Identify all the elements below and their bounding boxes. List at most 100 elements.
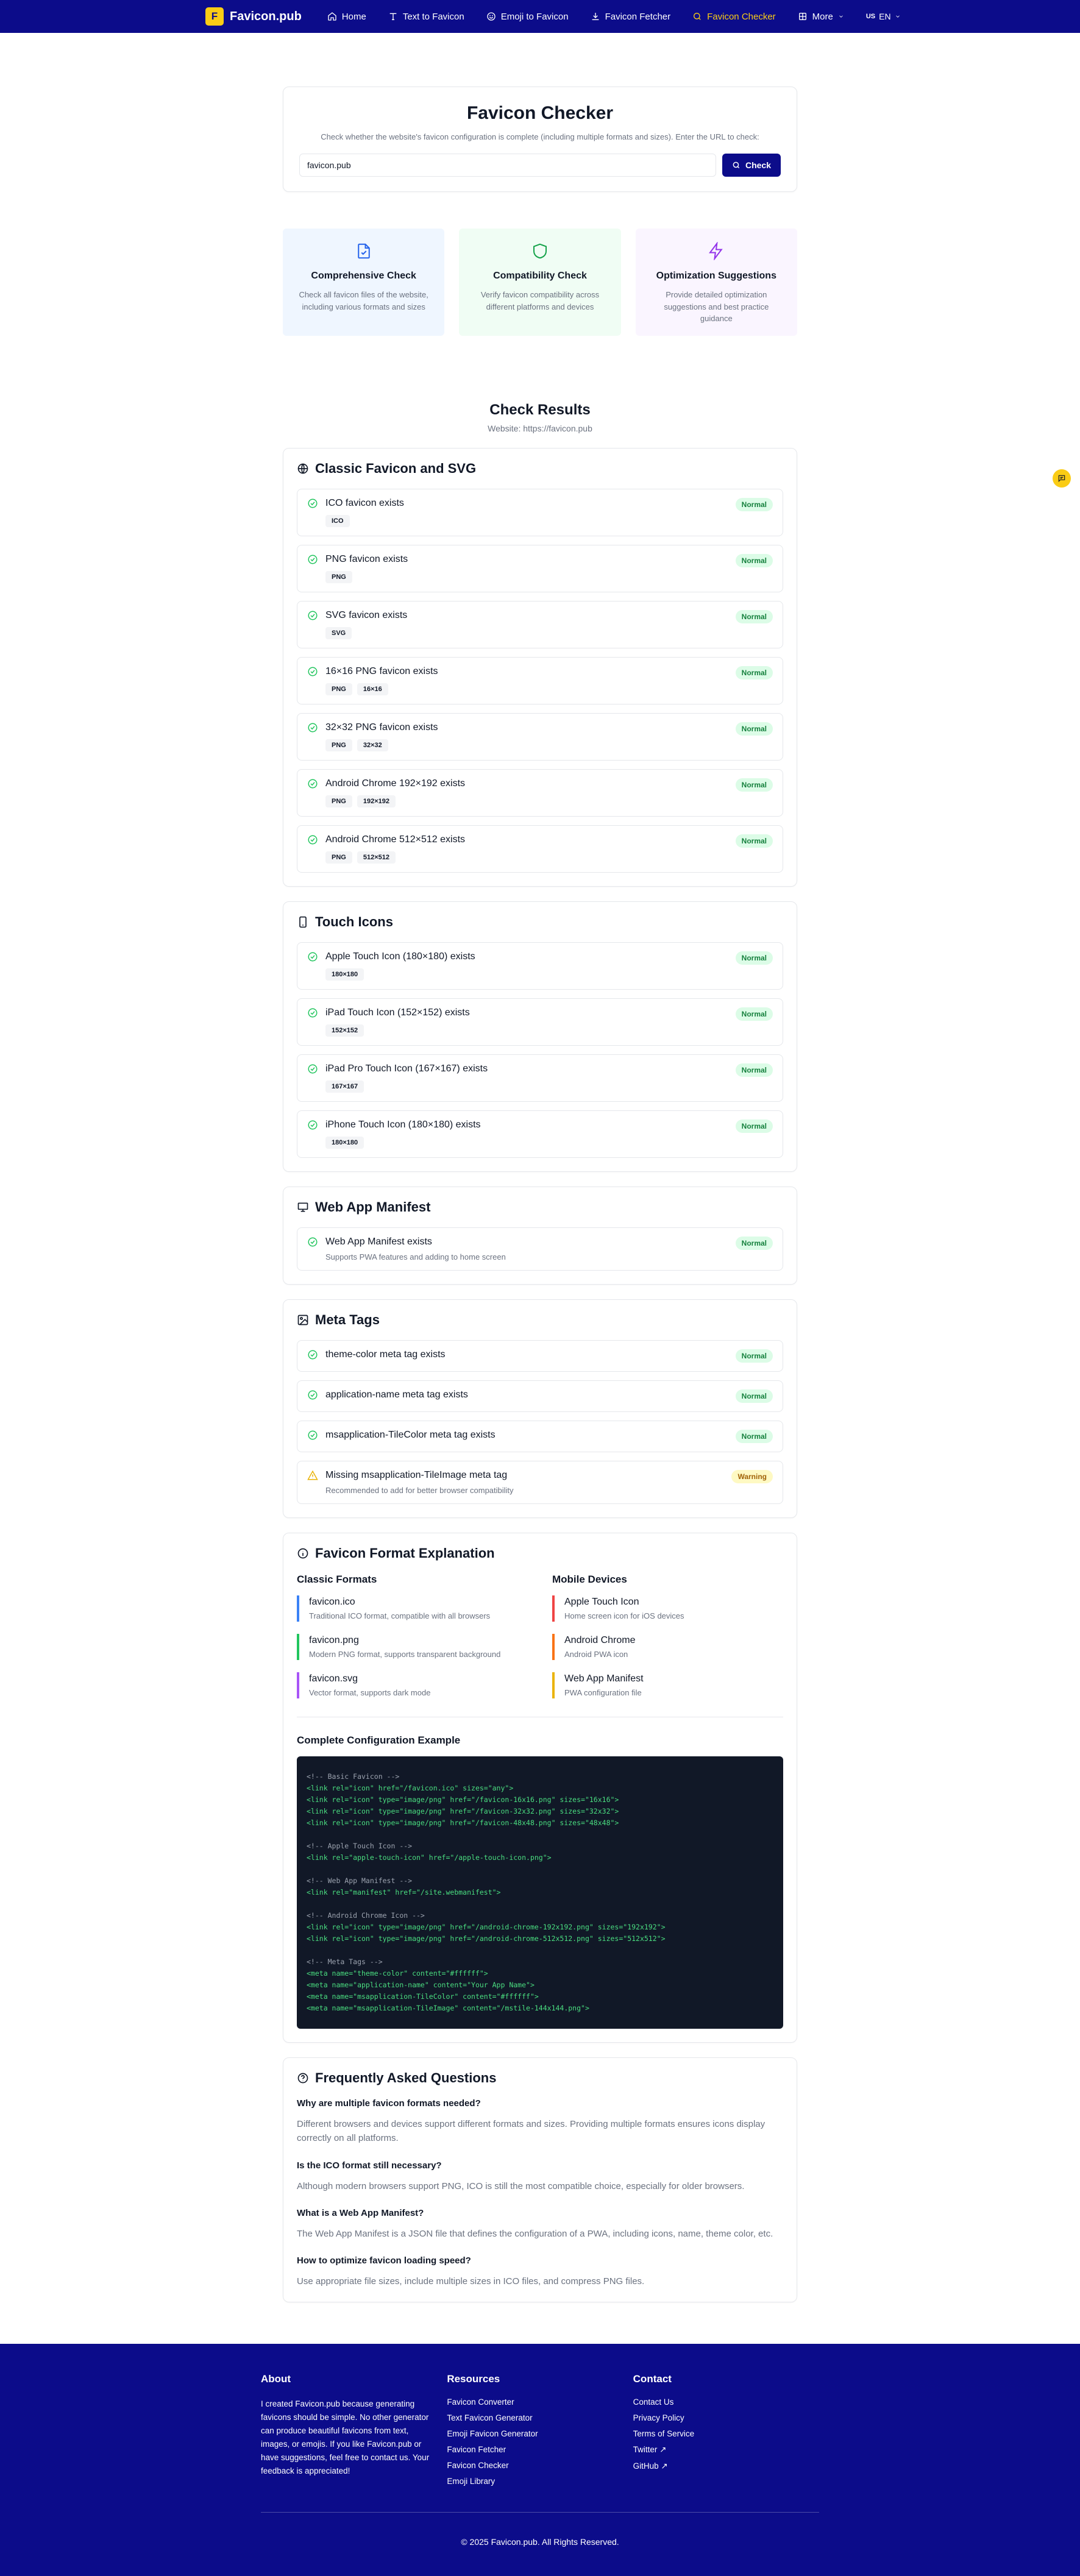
format-tag: 152×152 (325, 1024, 364, 1037)
footer-link[interactable]: Favicon Checker (447, 2461, 633, 2470)
check-item-main: ICO favicon exists ICO (307, 498, 404, 527)
check-item-main: SVG favicon exists SVG (307, 610, 407, 639)
nav-home[interactable]: Home (327, 12, 366, 22)
format-tag: 180×180 (325, 1137, 364, 1149)
status-badge: Normal (735, 610, 773, 623)
check-circle-icon (308, 835, 318, 845)
monitor-icon (297, 1202, 308, 1212)
nav-text-to-favicon[interactable]: Text to Favicon (388, 12, 464, 22)
nav-emoji-label: Emoji to Favicon (500, 11, 569, 22)
brand-link[interactable]: F Favicon.pub (205, 7, 302, 26)
check-item-title: iPhone Touch Icon (180×180) exists (325, 1119, 481, 1130)
code-line: <link rel="icon" type="image/png" href="… (307, 1807, 619, 1815)
footer-resources-title: Resources (447, 2373, 500, 2385)
info-icon (297, 1548, 308, 1559)
code-line: <!-- Web App Manifest --> (307, 1876, 413, 1885)
section-title-text: Favicon Format Explanation (315, 1545, 495, 1561)
format-desc: Modern PNG format, supports transparent … (309, 1650, 501, 1659)
format-item: favicon.png Modern PNG format, supports t… (297, 1634, 528, 1660)
status-badge: Normal (735, 1237, 773, 1250)
file-check-icon (357, 243, 370, 259)
section-title: Frequently Asked Questions (297, 2070, 783, 2086)
check-item-main: Android Chrome 512×512 exists PNG 512×512 (307, 834, 465, 864)
check-item: Android Chrome 192×192 exists PNG 192×192 N… (297, 769, 783, 817)
code-line: <meta name="msapplication-TileColor" con… (307, 1992, 539, 2001)
format-name: favicon.ico (309, 1597, 355, 1607)
section-meta: Meta Tags theme-color meta tag exists Nor… (283, 1299, 797, 1518)
tag-list: 167×167 (325, 1080, 488, 1093)
check-item-title: PNG favicon exists (325, 554, 408, 564)
code-line: <meta name="theme-color" content="#fffff… (307, 1969, 488, 1978)
faq-question: Is the ICO format still necessary? (297, 2160, 442, 2171)
check-item: PNG favicon exists PNG Normal (297, 545, 783, 592)
footer-link[interactable]: Privacy Policy (633, 2413, 819, 2422)
code-line: <link rel="apple-touch-icon" href="/appl… (307, 1853, 552, 1862)
check-item-main: 16×16 PNG favicon exists PNG 16×16 (307, 666, 438, 695)
format-tag: PNG (325, 851, 352, 864)
check-circle-icon (308, 952, 318, 962)
faq-answer: Use appropriate file sizes, include mult… (297, 2276, 645, 2287)
nav-more[interactable]: More (798, 12, 844, 22)
meta-list: theme-color meta tag exists Normal applica… (297, 1340, 783, 1452)
format-tag: 16×16 (357, 683, 388, 695)
check-item: msapplication-TileColor meta tag exists N… (297, 1421, 783, 1452)
faq-answer: Although modern browsers support PNG, IC… (297, 2180, 745, 2191)
footer-about: About I created Favicon.pub because gene… (261, 2373, 447, 2493)
nav-more-label: More (812, 11, 833, 22)
code-line: <link rel="manifest" href="/site.webmani… (307, 1888, 501, 1897)
footer-link[interactable]: GitHub ↗ (633, 2461, 819, 2471)
footer-link[interactable]: Twitter ↗ (633, 2445, 819, 2455)
nav-emoji-to-favicon[interactable]: Emoji to Favicon (486, 12, 569, 22)
check-item-main: msapplication-TileColor meta tag exists (307, 1430, 496, 1441)
brand-logo: F (205, 7, 224, 26)
chat-icon (1058, 475, 1065, 483)
contact-links: Contact Us Privacy Policy Terms of Service… (633, 2397, 819, 2471)
footer-link[interactable]: Favicon Fetcher (447, 2445, 633, 2454)
check-item-title: iPad Pro Touch Icon (167×167) exists (325, 1063, 488, 1074)
shield-icon (533, 243, 547, 259)
tag-list: 180×180 (325, 968, 475, 981)
footer-about-text: I created Favicon.pub because generating… (261, 2399, 430, 2475)
feedback-button[interactable] (1053, 469, 1071, 488)
format-tag: 32×32 (357, 739, 388, 751)
check-item: iPad Pro Touch Icon (167×167) exists 167×… (297, 1054, 783, 1102)
language-label: EN (879, 12, 891, 21)
tag-list: 180×180 (325, 1137, 481, 1149)
footer-link[interactable]: Text Favicon Generator (447, 2413, 633, 2422)
section-title: Web App Manifest (297, 1199, 783, 1215)
footer-columns: About I created Favicon.pub because gene… (261, 2373, 819, 2493)
brand-name: Favicon.pub (230, 9, 302, 23)
nav-items: Home Text to Favicon Emoji to Favicon Fa… (327, 12, 901, 22)
code-line: <!-- Basic Favicon --> (307, 1772, 400, 1781)
footer-link[interactable]: Emoji Library (447, 2477, 633, 2486)
status-badge: Normal (735, 1349, 773, 1363)
checker-card: Favicon Checker Check whether the websit… (283, 87, 797, 192)
code-line: <link rel="icon" type="image/png" href="… (307, 1923, 666, 1931)
feature-compatibility: Compatibility Check Verify favicon compa… (459, 229, 621, 336)
format-tag: 512×512 (357, 851, 396, 864)
text-icon (389, 13, 397, 20)
footer-link[interactable]: Terms of Service (633, 2429, 819, 2438)
search-icon (694, 13, 701, 20)
check-item: ICO favicon exists ICO Normal (297, 489, 783, 536)
mobile-formats-heading: Mobile Devices (552, 1574, 627, 1585)
url-input[interactable] (299, 154, 716, 177)
footer-link[interactable]: Contact Us (633, 2397, 819, 2407)
nav-favicon-checker[interactable]: Favicon Checker (692, 12, 776, 22)
status-badge: Normal (735, 1007, 773, 1021)
code-line: <!-- Apple Touch Icon --> (307, 1842, 413, 1850)
format-tag: PNG (325, 683, 352, 695)
check-button[interactable]: Check (722, 154, 781, 177)
footer-link[interactable]: Favicon Converter (447, 2397, 633, 2407)
format-desc: Traditional ICO format, compatible with … (309, 1611, 491, 1620)
check-item: Android Chrome 512×512 exists PNG 512×512 N… (297, 825, 783, 873)
tag-list: PNG 512×512 (325, 851, 465, 864)
status-badge: Normal (735, 722, 773, 736)
footer-link[interactable]: Emoji Favicon Generator (447, 2429, 633, 2438)
nav-favicon-fetcher[interactable]: Favicon Fetcher (591, 12, 670, 22)
format-tag: PNG (325, 795, 352, 807)
download-icon (592, 13, 599, 20)
globe-icon (297, 463, 308, 474)
language-switcher[interactable]: US EN (866, 12, 901, 21)
